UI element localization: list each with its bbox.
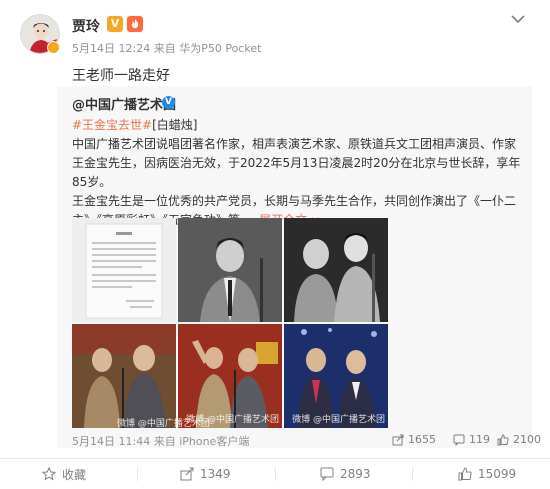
comment-count-label: 2893 bbox=[340, 467, 371, 481]
favorite-label: 收藏 bbox=[62, 467, 87, 482]
repost-comment-count[interactable]: 119 bbox=[453, 433, 490, 446]
image-thumb-stage-2[interactable]: 微博 @中国广播艺术团 bbox=[178, 324, 282, 428]
star-icon bbox=[42, 467, 56, 481]
comment-button[interactable]: 2893 bbox=[320, 459, 371, 489]
repost-body: 中国广播艺术团说唱团著名作家，相声表演艺术家、原铁道兵文工团相声演员、作家王金宝… bbox=[72, 137, 521, 189]
repost-button[interactable]: 1349 bbox=[180, 459, 231, 489]
image-thumb-portrait[interactable] bbox=[178, 218, 282, 322]
comment-icon bbox=[453, 434, 465, 446]
repost-comment-label: 119 bbox=[469, 433, 490, 446]
verified-blue-icon: V bbox=[162, 96, 175, 109]
thumbs-up-icon bbox=[458, 467, 472, 481]
topic-tag[interactable]: #王金宝去世# bbox=[72, 118, 152, 132]
weibo-card: 贾玲 V 5月14日 12:24 来自 华为P50 Pocket 王老师一路走好… bbox=[0, 0, 550, 489]
repost-source: 来自 iPhone客户端 bbox=[153, 435, 250, 448]
separator bbox=[137, 467, 138, 481]
post-text: 王老师一路走好 bbox=[72, 68, 170, 84]
repost-share-count[interactable]: 1655 bbox=[392, 433, 436, 446]
favorite-button[interactable]: 收藏 bbox=[42, 459, 86, 489]
image-thumb-stage-3[interactable]: 微博 @中国广播艺术团 bbox=[284, 324, 388, 428]
candle-emoji: [白蜡烛] bbox=[152, 118, 198, 132]
thumbs-up-icon bbox=[497, 433, 509, 445]
repost-share-label: 1655 bbox=[408, 433, 436, 446]
chevron-down-icon[interactable] bbox=[510, 12, 526, 26]
repost-text: #王金宝去世#[白蜡烛] 中国广播艺术团说唱团著名作家，相声表演艺术家、原铁道兵… bbox=[72, 116, 527, 230]
separator bbox=[275, 467, 276, 481]
fan-badge-icon bbox=[127, 16, 143, 32]
repost-meta: 5月14日 11:44 来自 iPhone客户端 bbox=[72, 433, 249, 449]
action-bar: 收藏 1349 2893 15099 bbox=[0, 459, 550, 489]
repost-count-label: 1349 bbox=[200, 467, 231, 481]
image-thumb-stage-1[interactable] bbox=[72, 324, 176, 428]
post-time[interactable]: 5月14日 12:24 bbox=[72, 42, 150, 55]
repost-like-count[interactable]: 2100 bbox=[497, 433, 541, 446]
verified-icon bbox=[47, 41, 60, 54]
image-watermark-3: 微博 @中国广播艺术团 bbox=[117, 419, 210, 429]
repost-author[interactable]: @中国广播艺术团 bbox=[72, 94, 176, 113]
repost-box: @中国广播艺术团 V #王金宝去世#[白蜡烛] 中国广播艺术团说唱团著名作家，相… bbox=[57, 86, 541, 449]
post-source: 来自 华为P50 Pocket bbox=[153, 42, 262, 55]
separator bbox=[412, 467, 413, 481]
vip-badge-icon: V bbox=[107, 16, 123, 32]
repost-like-label: 2100 bbox=[513, 433, 541, 446]
comment-icon bbox=[320, 467, 334, 481]
repost-time[interactable]: 5月14日 11:44 bbox=[72, 435, 150, 448]
image-thumb-duo-bw[interactable] bbox=[284, 218, 388, 322]
share-icon bbox=[180, 467, 194, 481]
image-thumb-notice[interactable] bbox=[72, 218, 176, 322]
like-button[interactable]: 15099 bbox=[458, 459, 516, 489]
post-meta: 5月14日 12:24 来自 华为P50 Pocket bbox=[72, 40, 261, 56]
image-watermark-2: 微博 @中国广播艺术团 bbox=[292, 415, 385, 425]
author-name[interactable]: 贾玲 bbox=[72, 16, 100, 36]
share-icon bbox=[392, 434, 404, 445]
like-count-label: 15099 bbox=[478, 467, 517, 481]
